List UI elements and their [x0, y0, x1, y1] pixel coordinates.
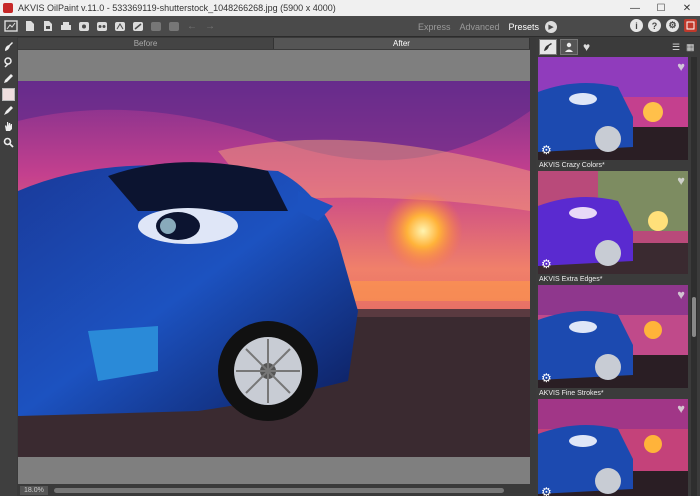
preset-label: AKVIS Fine Strokes* [539, 390, 604, 397]
zoom-level[interactable]: 18.0% [20, 486, 48, 495]
batch-icon[interactable] [95, 19, 109, 33]
color-swatch[interactable] [2, 88, 15, 101]
status-bar: 18.0% [18, 485, 530, 496]
eraser-tool-icon[interactable] [2, 104, 15, 117]
mode-switcher: Express Advanced Presets ▶ [418, 16, 558, 37]
text-icon[interactable] [167, 19, 181, 33]
mode-presets[interactable]: Presets [509, 22, 540, 32]
brush-tool-icon[interactable] [2, 40, 15, 53]
list-view-icon[interactable]: ☰ [672, 42, 682, 52]
vertical-scrollbar[interactable] [691, 57, 697, 496]
preset-thumbnail[interactable]: ♥ ⚙ [538, 399, 688, 496]
gear-icon[interactable]: ⚙ [666, 19, 679, 32]
mode-advanced[interactable]: Advanced [460, 22, 500, 32]
title-bar: AKVIS OilPaint v.11.0 - 533369119-shutte… [0, 0, 700, 16]
scrollbar-thumb[interactable] [692, 297, 696, 337]
presets-header: ♥ ☰ ▦ [536, 37, 700, 57]
favorite-heart-icon[interactable]: ♥ [677, 173, 685, 188]
result-image[interactable] [18, 81, 530, 457]
preset-thumbnail[interactable]: ♥ ⚙ [538, 171, 688, 274]
print-icon[interactable] [59, 19, 73, 33]
preset-list: ♥ ⚙ AKVIS Crazy Colors* ♥ ⚙ AKVIS Extra [538, 57, 688, 496]
favorite-heart-icon[interactable]: ♥ [677, 287, 685, 302]
view-toggle: ☰ ▦ [668, 42, 696, 52]
save-file-icon[interactable] [41, 19, 55, 33]
pencil-tool-icon[interactable] [2, 72, 15, 85]
brush-settings-icon[interactable] [131, 19, 145, 33]
preset-settings-gear-icon[interactable]: ⚙ [541, 257, 552, 271]
window-controls: — ☐ ✕ [622, 0, 700, 16]
tab-user-presets[interactable] [560, 39, 578, 55]
app-window: AKVIS OilPaint v.11.0 - 533369119-shutte… [0, 0, 700, 496]
preset-label: AKVIS Extra Edges* [539, 276, 603, 283]
tab-akvis-presets[interactable] [539, 39, 557, 55]
help-icon[interactable]: ? [648, 19, 661, 32]
hand-tool-icon[interactable] [2, 120, 15, 133]
favorite-heart-icon[interactable]: ♥ [677, 401, 685, 416]
horizontal-scrollbar[interactable] [53, 488, 504, 493]
preset-settings-gear-icon[interactable]: ⚙ [541, 143, 552, 157]
grid-view-icon[interactable]: ▦ [686, 42, 696, 52]
stroke-direction-icon[interactable] [2, 56, 15, 69]
help-buttons: i ? ⚙ [625, 19, 697, 32]
preset-settings-gear-icon[interactable]: ⚙ [541, 485, 552, 496]
info-icon[interactable]: i [630, 19, 643, 32]
preset-label: AKVIS Crazy Colors* [539, 162, 605, 169]
open-file-icon[interactable] [23, 19, 37, 33]
redo-icon[interactable]: → [203, 19, 217, 33]
mode-express[interactable]: Express [418, 22, 451, 32]
akvis-logo-icon[interactable] [684, 19, 697, 32]
preset-thumbnail[interactable]: ♥ ⚙ [538, 57, 688, 160]
home-icon[interactable] [3, 19, 19, 33]
undo-icon[interactable]: ← [185, 19, 199, 33]
canvas-settings-icon[interactable] [113, 19, 127, 33]
main-toolbar: ← → Express Advanced Presets ▶ i ? ⚙ [0, 16, 700, 37]
preset-settings-gear-icon[interactable]: ⚙ [541, 371, 552, 385]
minimize-button[interactable]: — [622, 0, 648, 16]
decoration-icon[interactable] [149, 19, 163, 33]
favorite-heart-icon[interactable]: ♥ [677, 59, 685, 74]
tool-panel [0, 37, 17, 496]
maximize-button[interactable]: ☐ [648, 0, 674, 16]
zoom-tool-icon[interactable] [2, 136, 15, 149]
presets-panel: ♥ ☰ ▦ ♥ ⚙ AKVIS Crazy Colors* ♥ ⚙ AKVIS … [536, 37, 700, 496]
tab-before[interactable]: Before [18, 38, 274, 49]
close-button[interactable]: ✕ [674, 0, 700, 16]
view-tabs: Before After [18, 38, 530, 49]
tab-after[interactable]: After [274, 38, 530, 49]
app-logo-icon [3, 3, 13, 13]
run-icon[interactable]: ▶ [545, 20, 558, 33]
share-icon[interactable] [77, 19, 91, 33]
favorites-heart-icon[interactable]: ♥ [583, 40, 590, 54]
window-title: AKVIS OilPaint v.11.0 - 533369119-shutte… [18, 3, 336, 13]
preset-thumbnail[interactable]: ♥ ⚙ [538, 285, 688, 388]
